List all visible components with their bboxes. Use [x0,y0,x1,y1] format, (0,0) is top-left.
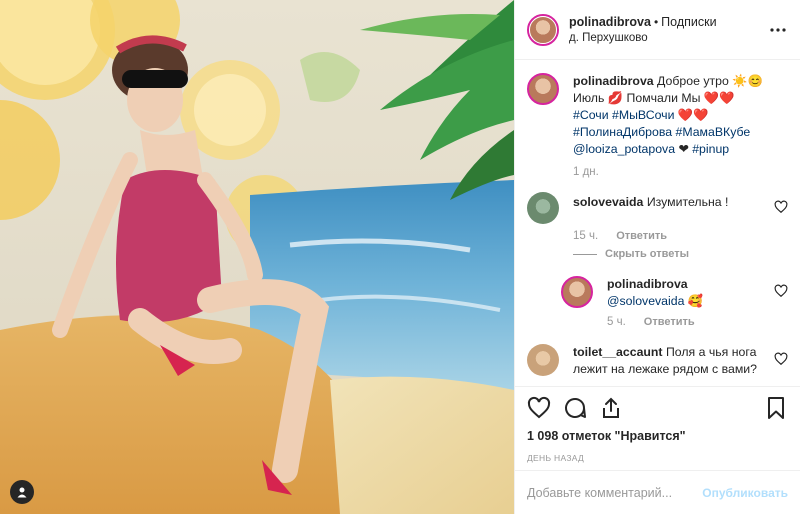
comment-time[interactable]: 15 ч. [573,230,598,242]
commenter-avatar[interactable] [527,192,559,224]
reply-meta: 5 ч. Ответить [607,316,788,328]
comment-body: Изумительна ! [646,195,729,209]
hashtag-link[interactable]: #Сочи [573,108,609,122]
caption-time[interactable]: 1 дн. [573,166,599,178]
hide-replies-label: Скрыть ответы [605,248,689,260]
caption-meta: 1 дн. [573,166,788,178]
post-comment-button[interactable]: Опубликовать [702,486,788,500]
caption: polinadibrova Доброе утро ☀️😊 Июль 💋 Пом… [527,73,788,158]
reply-row: polinadibrova @solovevaida 🥰 [561,276,788,310]
comment-meta: 15 ч. Ответить [573,230,788,242]
reply-time[interactable]: 5 ч. [607,316,626,328]
user-tag-icon [17,487,27,498]
separator-dot: • [653,14,659,29]
header-text: polinadibrova • Подписки д. Перхушково [569,14,717,46]
likes-count[interactable]: 1 098 отметок "Нравится" [527,429,788,443]
watercolor-beach-illustration [0,0,514,514]
hashtag-link[interactable]: #МыВСочи [612,108,674,122]
comment-text: toilet__accaunt Поля а чья нога лежит на… [573,344,788,378]
share-icon[interactable] [599,396,623,420]
heart-icon[interactable] [527,396,551,420]
author-avatar[interactable] [527,13,559,46]
commenter-avatar[interactable] [527,344,559,376]
reply-emoji: 🥰 [687,294,704,308]
like-comment-heart-icon[interactable] [774,352,788,366]
post-date[interactable]: ДЕНЬ НАЗАД [527,453,788,463]
like-reply-heart-icon[interactable] [774,284,788,298]
location-link[interactable]: д. Перхушково [569,30,717,46]
caption-fragment: ❤️❤️ [674,108,709,122]
reply-button[interactable]: Ответить [616,230,667,242]
comment-author[interactable]: solovevaida [573,195,643,209]
mention-link[interactable]: @looiza_potapova [573,142,675,156]
caption-text: polinadibrova Доброе утро ☀️😊 Июль 💋 Пом… [573,73,788,158]
post-sidebar: polinadibrova • Подписки д. Перхушково pol… [514,0,800,514]
reply-avatar[interactable] [561,276,593,308]
comment-input[interactable] [527,485,703,500]
author-username[interactable]: polinadibrova [569,15,651,29]
hashtag-link[interactable]: #pinup [692,142,729,156]
post-actions: 1 098 отметок "Нравится" ДЕНЬ НАЗАД [515,386,800,463]
hide-replies-button[interactable]: Скрыть ответы [573,248,788,260]
reply-author[interactable]: polinadibrova [607,277,688,291]
hashtag-link[interactable]: #МамаВКубе [676,125,751,139]
post-photo[interactable] [0,0,514,514]
bookmark-icon[interactable] [764,396,788,420]
comment-text: solovevaida Изумительна ! [573,192,752,224]
add-comment-bar: Опубликовать [515,470,800,514]
reply-mention[interactable]: @solovevaida [607,294,684,308]
like-comment-heart-icon[interactable] [774,200,788,214]
comments-list[interactable]: polinadibrova Доброе утро ☀️😊 Июль 💋 Пом… [515,61,800,386]
comment-row: toilet__accaunt Поля а чья нога лежит на… [527,344,788,378]
comment-author[interactable]: toilet__accaunt [573,345,663,359]
user-tag-button[interactable] [10,480,34,504]
post-header: polinadibrova • Подписки д. Перхушково [515,0,800,60]
hashtag-link[interactable]: #ПолинаДиброва [573,125,672,139]
caption-author[interactable]: polinadibrova [573,74,654,88]
divider-line [573,253,597,255]
comment-row: solovevaida Изумительна ! [527,192,788,224]
following-button[interactable]: Подписки [661,15,716,29]
comment-icon[interactable] [563,396,587,420]
action-icons [527,387,788,429]
reply-text: polinadibrova @solovevaida 🥰 [607,276,727,310]
more-options-button[interactable] [768,20,788,40]
caption-avatar[interactable] [527,73,559,105]
caption-fragment: ❤ [675,142,693,156]
reply-reply-button[interactable]: Ответить [644,316,695,328]
more-icon [770,27,786,32]
